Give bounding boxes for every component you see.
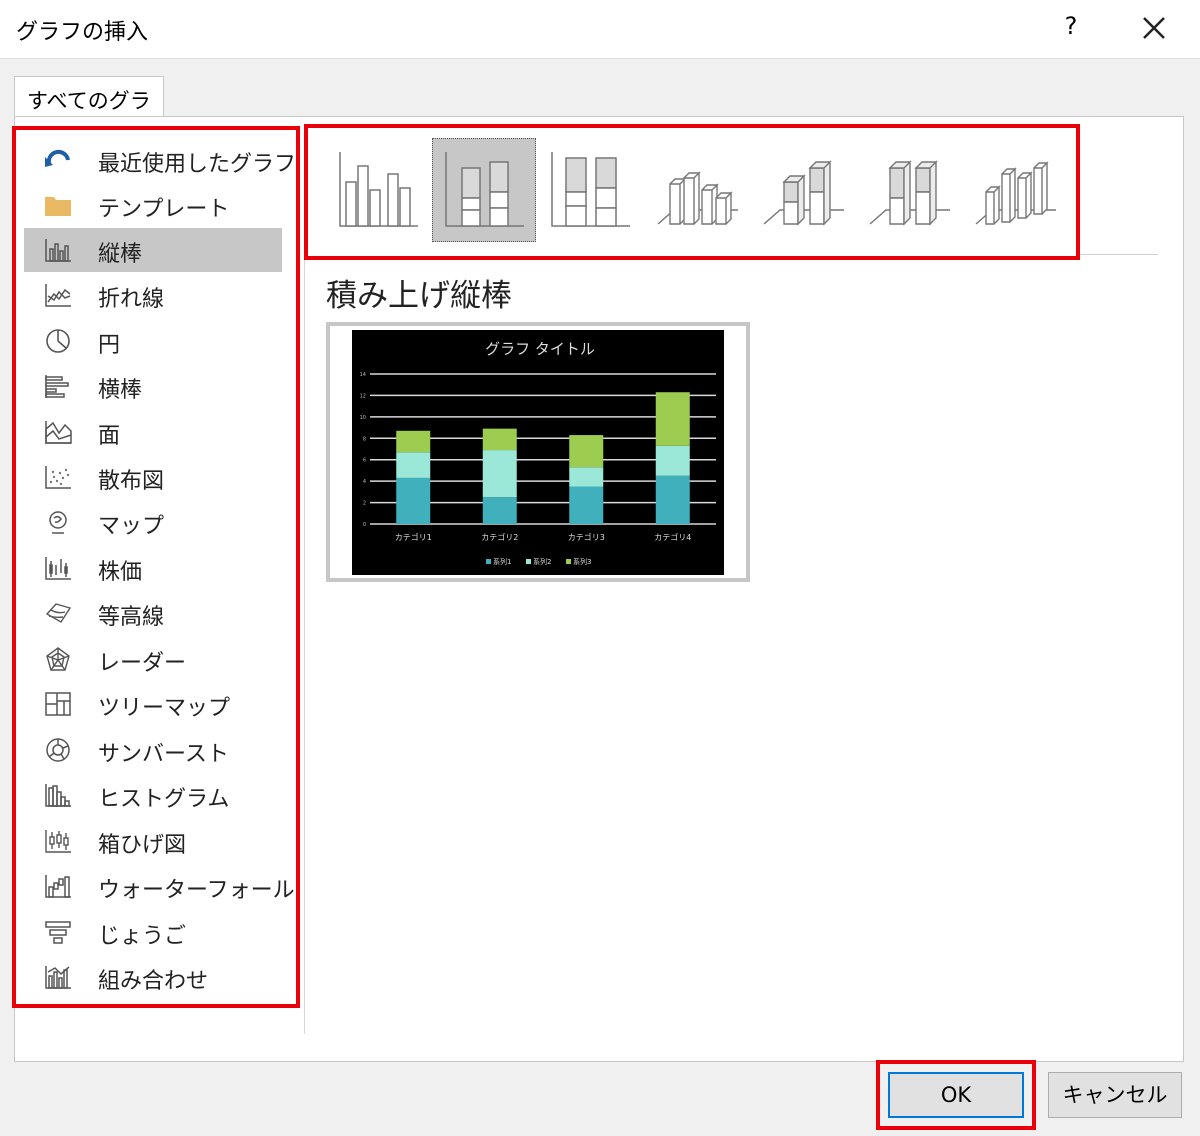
preview-chart: グラフ タイトル 0 2 4 6 8 10 12 14 カテゴリ1 カテゴリ2 カテゴリ3 カテゴリ4 系… <box>352 330 724 575</box>
bar-segment <box>482 497 517 524</box>
legend-swatch <box>486 559 491 564</box>
x-tick-label: カテゴリ2 <box>481 532 518 542</box>
divider <box>304 134 305 1034</box>
legend-label: 系列2 <box>533 557 551 566</box>
chart-preview[interactable]: グラフ タイトル 0 2 4 6 8 10 12 14 カテゴリ1 カテゴリ2 カテゴリ3 カテゴリ4 系… <box>326 322 750 582</box>
ok-highlight-box <box>876 1060 1036 1130</box>
y-tick-label: 14 <box>360 372 366 378</box>
bar-segment <box>655 445 690 476</box>
bar-segment <box>482 428 517 451</box>
close-button[interactable] <box>1138 12 1170 44</box>
legend-swatch <box>566 559 571 564</box>
x-tick-label: カテゴリ1 <box>395 532 432 542</box>
cancel-button[interactable]: キャンセル <box>1048 1072 1182 1118</box>
bar-segment <box>396 452 431 478</box>
legend-label: 系列1 <box>493 557 511 566</box>
title-bar: グラフの挿入 ? <box>0 0 1200 59</box>
bar-segment <box>396 430 431 453</box>
bar-segment <box>482 450 517 498</box>
category-highlight-box <box>12 126 300 1008</box>
dialog-title: グラフの挿入 <box>16 20 149 45</box>
y-tick-label: 4 <box>363 479 366 485</box>
x-tick-label: カテゴリ3 <box>568 532 605 542</box>
bar-segment <box>569 435 604 468</box>
legend-label: 系列3 <box>573 557 591 566</box>
bar-segment <box>396 477 431 524</box>
bar-segment <box>569 467 604 487</box>
y-tick-label: 10 <box>360 415 366 421</box>
subtype-highlight-box <box>304 124 1080 260</box>
x-tick-label: カテゴリ4 <box>654 532 691 542</box>
bar-segment <box>655 475 690 524</box>
tab-all-charts[interactable]: すべてのグラフ <box>14 76 164 143</box>
y-tick-label: 8 <box>363 436 366 442</box>
y-tick-label: 0 <box>363 522 366 528</box>
legend-swatch <box>526 559 531 564</box>
help-button[interactable]: ? <box>1058 12 1084 42</box>
close-icon <box>1143 17 1165 39</box>
subtype-title: 積み上げ縦棒 <box>326 278 512 314</box>
chart-title: グラフ タイトル <box>485 340 595 358</box>
y-tick-label: 12 <box>360 393 366 399</box>
y-tick-label: 2 <box>363 501 366 507</box>
divider <box>1080 254 1158 255</box>
bar-segment <box>655 392 690 446</box>
bar-segment <box>569 486 604 524</box>
y-tick-label: 6 <box>363 458 366 464</box>
